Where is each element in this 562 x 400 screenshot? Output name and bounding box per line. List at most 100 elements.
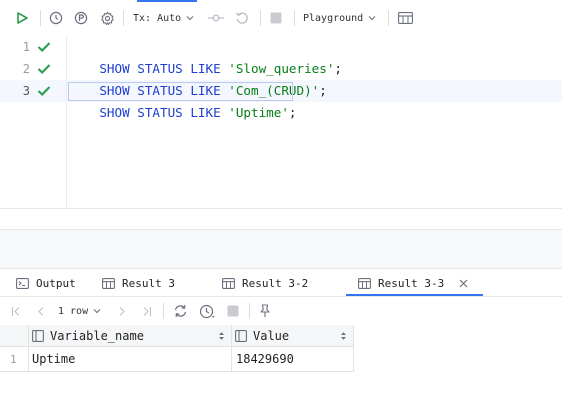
table-view-button[interactable] bbox=[395, 9, 415, 27]
tab-label: Output bbox=[36, 276, 76, 290]
settings-icon bbox=[100, 11, 114, 25]
toolbar-separator bbox=[40, 10, 41, 26]
sql-terminator: ; bbox=[319, 83, 327, 98]
last-page-button[interactable] bbox=[139, 303, 155, 319]
console-icon bbox=[16, 277, 29, 289]
column-icon bbox=[235, 330, 247, 342]
column-separator bbox=[28, 325, 29, 371]
table-icon bbox=[358, 277, 371, 289]
refresh-icon bbox=[174, 304, 186, 318]
toolbar-separator bbox=[249, 303, 250, 319]
refresh-button[interactable] bbox=[171, 303, 189, 319]
column-icon bbox=[32, 330, 44, 342]
line-gutter: 1 bbox=[0, 36, 66, 58]
column-separator[interactable] bbox=[231, 325, 232, 371]
sql-keywords: SHOW STATUS LIKE bbox=[99, 105, 229, 120]
sql-terminator: ; bbox=[334, 61, 342, 76]
code-line[interactable]: SHOW STATUS LIKE 'Uptime'; bbox=[69, 80, 296, 120]
column-header-variable-name[interactable]: Variable_name bbox=[32, 325, 231, 347]
code-line[interactable]: SHOW STATUS LIKE 'Com_(CRUD)'; bbox=[69, 58, 327, 98]
table-icon bbox=[222, 277, 235, 289]
previous-page-button[interactable] bbox=[33, 303, 49, 319]
tab-label: Result 3 bbox=[122, 276, 175, 290]
stop-button[interactable] bbox=[266, 9, 286, 27]
line-number: 1 bbox=[22, 40, 30, 54]
row-border bbox=[0, 371, 354, 372]
close-icon bbox=[459, 279, 467, 287]
gutter-border bbox=[66, 36, 67, 208]
column-header-label: Value bbox=[253, 329, 290, 343]
chevron-right-icon bbox=[119, 306, 125, 316]
close-tab-button[interactable] bbox=[457, 277, 469, 289]
toolbar-separator bbox=[294, 10, 295, 26]
table-cell[interactable]: 18429690 bbox=[236, 348, 353, 370]
settings-button[interactable] bbox=[97, 9, 117, 27]
last-page-icon bbox=[143, 306, 152, 316]
results-grid: Variable_name Value 1 Uptime 18429690 bbox=[0, 325, 562, 400]
table-cell[interactable]: Uptime bbox=[32, 348, 231, 370]
line-number: 3 bbox=[22, 84, 30, 98]
line-gutter: 3 bbox=[0, 80, 66, 102]
chevron-down-icon bbox=[186, 16, 194, 21]
toolbar-separator bbox=[163, 303, 164, 319]
column-header-label: Variable_name bbox=[50, 329, 144, 343]
row-count-dropdown[interactable]: 1 row bbox=[58, 303, 108, 319]
checkmark-icon bbox=[37, 64, 51, 74]
column-separator[interactable] bbox=[353, 325, 354, 371]
sort-icon bbox=[341, 332, 346, 340]
toolbar-separator bbox=[388, 10, 389, 26]
stop-icon bbox=[270, 12, 282, 24]
table-icon bbox=[102, 277, 115, 289]
explain-plan-button[interactable] bbox=[71, 9, 91, 27]
transaction-mode-label: Tx: Auto bbox=[133, 12, 182, 24]
row-number[interactable]: 1 bbox=[0, 347, 28, 371]
rollback-icon bbox=[235, 12, 248, 24]
sql-string: 'Uptime' bbox=[228, 105, 289, 120]
sql-terminator: ; bbox=[288, 105, 297, 120]
toolbar-accent-strip bbox=[137, 0, 197, 2]
pin-plan-icon bbox=[74, 11, 88, 25]
line-gutter: 2 bbox=[0, 58, 66, 80]
pin-tab-button[interactable] bbox=[257, 303, 273, 319]
tab-label: Result 3-2 bbox=[242, 276, 309, 290]
splitter-area bbox=[0, 230, 562, 268]
schema-label: Playground bbox=[303, 12, 364, 24]
chevron-down-icon bbox=[93, 309, 101, 314]
tab-result-3-2[interactable]: Result 3-2 bbox=[222, 269, 308, 297]
code-line[interactable]: SHOW STATUS LIKE 'Slow_queries'; bbox=[69, 36, 342, 76]
rollback-button[interactable] bbox=[232, 9, 252, 27]
query-history-button[interactable] bbox=[197, 303, 219, 319]
checkmark-icon bbox=[37, 42, 51, 52]
chevron-left-icon bbox=[38, 306, 44, 316]
run-button[interactable] bbox=[12, 9, 32, 27]
run-icon bbox=[17, 12, 28, 24]
tab-output[interactable]: Output bbox=[16, 269, 76, 297]
first-page-icon bbox=[11, 306, 20, 316]
commit-icon bbox=[208, 14, 224, 22]
first-page-button[interactable] bbox=[8, 303, 24, 319]
cancel-query-button[interactable] bbox=[225, 303, 241, 319]
tab-result-3-3[interactable]: Result 3-3 bbox=[358, 269, 444, 297]
line-number: 2 bbox=[22, 62, 30, 76]
tab-label: Result 3-3 bbox=[378, 276, 445, 290]
toolbar-separator bbox=[260, 10, 261, 26]
results-tab-bar: Output Result 3 Result 3-2 Result 3-3 bbox=[0, 269, 562, 297]
editor-toolbar: Tx: Auto Playground bbox=[0, 0, 562, 36]
transaction-mode-dropdown[interactable]: Tx: Auto bbox=[133, 9, 197, 27]
checkmark-icon bbox=[37, 86, 51, 96]
sort-icon bbox=[219, 332, 224, 340]
tab-result-3[interactable]: Result 3 bbox=[102, 269, 175, 297]
column-header-value[interactable]: Value bbox=[235, 325, 353, 347]
row-count-label: 1 row bbox=[58, 305, 89, 317]
commit-button[interactable] bbox=[206, 9, 226, 27]
editor-bottom-border bbox=[0, 208, 562, 209]
history-icon bbox=[49, 11, 63, 25]
chevron-down-icon bbox=[368, 16, 376, 21]
history-button[interactable] bbox=[46, 9, 66, 27]
clock-icon bbox=[199, 304, 215, 318]
next-page-button[interactable] bbox=[114, 303, 130, 319]
sql-editor[interactable]: 1 SHOW STATUS LIKE 'Slow_queries'; 2 SHO… bbox=[0, 36, 562, 208]
schema-dropdown[interactable]: Playground bbox=[303, 9, 385, 27]
stop-icon bbox=[227, 305, 239, 317]
results-toolbar: 1 row bbox=[0, 297, 562, 325]
